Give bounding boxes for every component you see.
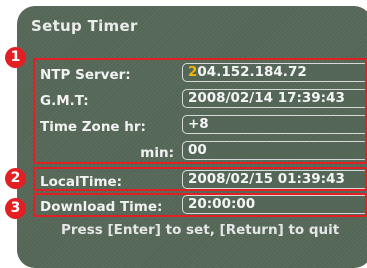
annotation-box-1	[33, 58, 367, 164]
dialog-title: Setup Timer	[31, 17, 138, 35]
annotation-badge-1: 1	[5, 47, 26, 68]
annotation-badge-3: 3	[5, 198, 26, 219]
annotation-badge-2: 2	[5, 168, 26, 189]
annotation-box-2	[33, 167, 367, 191]
key-hint: Press [Enter] to set, [Return] to quit	[61, 222, 340, 238]
annotation-box-3	[33, 193, 367, 217]
